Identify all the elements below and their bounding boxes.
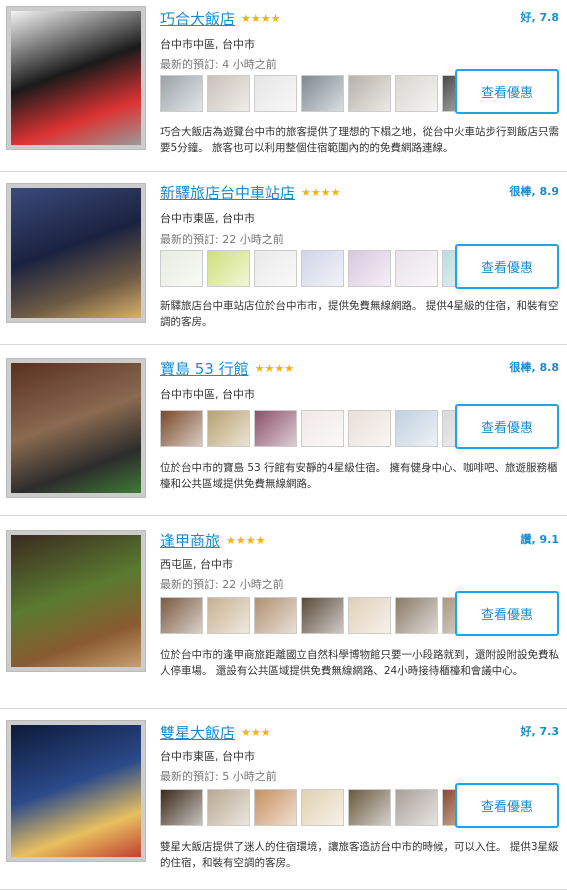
hotel-photo-thumbnail[interactable]: [348, 410, 391, 447]
review-score: 很棒, 8.9: [509, 185, 560, 198]
hotel-card: 寶島 53 行館 ★★★★ 很棒, 8.8 台中市中區, 台中市查看優惠位於台中市的寶…: [0, 345, 567, 516]
hotel-card: 雙星大飯店 ★★★ 好, 7.3 台中市東區, 台中市最新的預訂: 5 小時之前查看優…: [0, 709, 567, 890]
hotel-photo-strip: [160, 410, 485, 447]
hotel-photo-thumbnail[interactable]: [301, 789, 344, 826]
hotel-title-row: 逢甲商旅 ★★★★: [160, 530, 265, 551]
hotel-photo-thumbnail[interactable]: [160, 597, 203, 634]
hotel-photo-thumbnail[interactable]: [207, 597, 250, 634]
hotel-description: 位於台中市的寶島 53 行館有安靜的4星級住宿。 擁有健身中心、咖啡吧、旅遊服務…: [160, 462, 558, 490]
hotel-thumbnail[interactable]: [6, 183, 146, 323]
hotel-photo-thumbnail[interactable]: [160, 75, 203, 112]
hotel-location: 台中市東區, 台中市: [160, 750, 255, 763]
hotel-photo-thumbnail[interactable]: [348, 597, 391, 634]
view-deal-button[interactable]: 查看優惠: [455, 783, 559, 828]
hotel-thumbnail-image: [11, 188, 141, 318]
hotel-description: 雙星大飯店提供了迷人的住宿環境，讓旅客造訪台中市的時候，可以入住。 提供3星級的…: [160, 841, 559, 869]
recent-booking-text: 最新的預訂: 4 小時之前: [160, 58, 277, 71]
hotel-title-row: 寶島 53 行館 ★★★★: [160, 358, 294, 379]
hotel-title-row: 巧合大飯店 ★★★★: [160, 8, 280, 29]
review-score: 讚, 9.1: [520, 533, 560, 546]
hotel-photo-thumbnail[interactable]: [301, 250, 344, 287]
hotel-name-link[interactable]: 新驛旅店台中車站店: [160, 182, 295, 203]
hotel-photo-thumbnail[interactable]: [301, 597, 344, 634]
hotel-photo-thumbnail[interactable]: [395, 789, 438, 826]
hotel-name-link[interactable]: 雙星大飯店: [160, 722, 235, 743]
hotel-thumbnail-image: [11, 725, 141, 857]
review-score: 好, 7.8: [520, 11, 560, 24]
hotel-description: 巧合大飯店為遊覽台中市的旅客提供了理想的下榻之地，從台中火車站步行到飯店只需要5…: [160, 126, 559, 154]
review-score: 好, 7.3: [520, 725, 560, 738]
hotel-photo-thumbnail[interactable]: [348, 250, 391, 287]
hotel-photo-thumbnail[interactable]: [301, 75, 344, 112]
hotel-photo-thumbnail[interactable]: [254, 250, 297, 287]
hotel-photo-thumbnail[interactable]: [254, 75, 297, 112]
hotel-photo-thumbnail[interactable]: [160, 410, 203, 447]
hotel-card: 逢甲商旅 ★★★★ 讚, 9.1 西屯區, 台中市最新的預訂: 22 小時之前查看優惠…: [0, 516, 567, 709]
hotel-thumbnail[interactable]: [6, 720, 146, 862]
view-deal-button[interactable]: 查看優惠: [455, 404, 559, 449]
hotel-description: 位於台中市的逢甲商旅距離國立自然科學博物館只要一小段路就到，還附設附設免費私人停…: [160, 649, 559, 677]
hotel-thumbnail[interactable]: [6, 530, 146, 672]
view-deal-button[interactable]: 查看優惠: [455, 591, 559, 636]
hotel-photo-thumbnail[interactable]: [254, 789, 297, 826]
hotel-photo-strip: [160, 75, 485, 112]
hotel-photo-thumbnail[interactable]: [395, 250, 438, 287]
hotel-name-link[interactable]: 巧合大飯店: [160, 8, 235, 29]
hotel-name-link[interactable]: 逢甲商旅: [160, 530, 220, 551]
hotel-photo-thumbnail[interactable]: [207, 75, 250, 112]
review-score: 很棒, 8.8: [509, 361, 560, 374]
hotel-name-link[interactable]: 寶島 53 行館: [160, 358, 249, 379]
recent-booking-text: 最新的預訂: 5 小時之前: [160, 770, 277, 783]
hotel-thumbnail-image: [11, 11, 141, 145]
view-deal-button[interactable]: 查看優惠: [455, 69, 559, 114]
hotel-photo-thumbnail[interactable]: [254, 410, 297, 447]
hotel-photo-strip: [160, 597, 485, 634]
hotel-card: 巧合大飯店 ★★★★ 好, 7.8 台中市中區, 台中市最新的預訂: 4 小時之前查看…: [0, 0, 567, 172]
hotel-photo-thumbnail[interactable]: [395, 597, 438, 634]
hotel-title-row: 雙星大飯店 ★★★: [160, 722, 271, 743]
hotel-thumbnail-image: [11, 363, 141, 493]
hotel-photo-thumbnail[interactable]: [348, 75, 391, 112]
hotel-photo-thumbnail[interactable]: [207, 250, 250, 287]
view-deal-button[interactable]: 查看優惠: [455, 244, 559, 289]
hotel-location: 台中市東區, 台中市: [160, 212, 255, 225]
hotel-photo-thumbnail[interactable]: [207, 410, 250, 447]
hotel-photo-thumbnail[interactable]: [207, 789, 250, 826]
hotel-photo-strip: [160, 789, 485, 826]
hotel-description: 新驛旅店台中車站店位於台中市市，提供免費無線網路。 提供4星級的住宿，和裝有空調…: [160, 300, 559, 328]
hotel-thumbnail[interactable]: [6, 6, 146, 150]
hotel-photo-thumbnail[interactable]: [348, 789, 391, 826]
star-rating-icon: ★★★★: [301, 186, 341, 199]
hotel-photo-thumbnail[interactable]: [160, 250, 203, 287]
hotel-thumbnail[interactable]: [6, 358, 146, 498]
star-rating-icon: ★★★: [241, 726, 271, 739]
star-rating-icon: ★★★★: [241, 12, 281, 25]
hotel-list: 巧合大飯店 ★★★★ 好, 7.8 台中市中區, 台中市 最新的預訂: 4 小時之前 查看…: [0, 0, 567, 890]
hotel-location: 台中市中區, 台中市: [160, 388, 255, 401]
hotel-photo-strip: [160, 250, 485, 287]
hotel-photo-thumbnail[interactable]: [395, 75, 438, 112]
hotel-photo-thumbnail[interactable]: [301, 410, 344, 447]
hotel-thumbnail-image: [11, 535, 141, 667]
hotel-photo-thumbnail[interactable]: [254, 597, 297, 634]
hotel-location: 西屯區, 台中市: [160, 558, 233, 571]
hotel-card: 新驛旅店台中車站店 ★★★★ 很棒, 8.9 台中市東區, 台中市最新的預訂: 22 …: [0, 172, 567, 345]
hotel-photo-thumbnail[interactable]: [395, 410, 438, 447]
hotel-title-row: 新驛旅店台中車站店 ★★★★: [160, 182, 340, 203]
hotel-location: 台中市中區, 台中市: [160, 38, 255, 51]
star-rating-icon: ★★★★: [226, 534, 266, 547]
hotel-photo-thumbnail[interactable]: [160, 789, 203, 826]
star-rating-icon: ★★★★: [254, 362, 295, 375]
recent-booking-text: 最新的預訂: 22 小時之前: [160, 578, 284, 591]
recent-booking-text: 最新的預訂: 22 小時之前: [160, 233, 284, 246]
